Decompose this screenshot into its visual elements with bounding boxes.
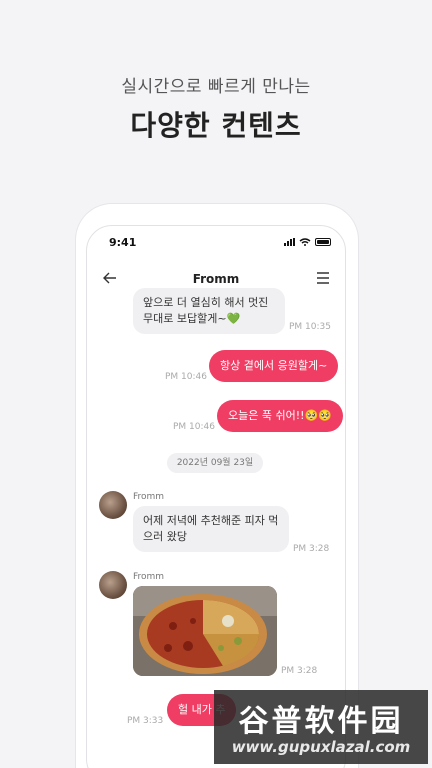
message-timestamp: PM 3:28 <box>293 544 330 554</box>
message-bubble-incoming[interactable]: 앞으로 더 열심히 해서 멋진 무대로 보답할게~💚 <box>133 288 285 334</box>
wifi-icon <box>299 238 311 246</box>
watermark-logo-text: 谷普软件园 <box>238 704 404 739</box>
message-text: 으러 왔당 <box>143 530 187 543</box>
date-separator: 2022년 09월 23일 <box>167 453 263 473</box>
signal-icon <box>284 238 295 246</box>
watermark-url: www.gupuxlazal.com <box>231 738 411 756</box>
hero-subtitle: 실시간으로 빠르게 만나는 <box>121 77 311 97</box>
message-bubble-outgoing[interactable]: 오늘은 푹 쉬어!!🥺🥺 <box>217 400 343 432</box>
status-icons <box>284 238 331 246</box>
sender-name: Fromm <box>133 492 165 502</box>
status-bar: 9:41 <box>87 226 345 256</box>
message-text: 무대로 보답할게~💚 <box>143 312 241 325</box>
pizza-photo[interactable] <box>133 586 277 676</box>
chat-title: Fromm <box>192 272 240 286</box>
message-bubble-incoming[interactable]: 어제 저녁에 추천해준 피자 먹 으러 왔당 <box>133 506 289 552</box>
message-timestamp: PM 10:35 <box>289 322 331 332</box>
menu-icon[interactable] <box>315 270 331 286</box>
message-text: 앞으로 더 열심히 해서 멋진 <box>143 296 269 309</box>
sender-name: Fromm <box>133 572 165 582</box>
battery-icon <box>315 238 331 246</box>
message-timestamp: PM 10:46 <box>165 372 207 382</box>
message-timestamp: PM 3:28 <box>281 666 318 676</box>
message-timestamp: PM 3:33 <box>127 716 164 726</box>
message-bubble-outgoing[interactable]: 항상 곁에서 응원할게~ <box>209 350 339 382</box>
watermark: 谷普软件园 www.gupuxlazal.com <box>214 690 428 764</box>
pizza-image <box>133 586 277 676</box>
message-timestamp: PM 10:46 <box>173 422 215 432</box>
message-text: 어제 저녁에 추천해준 피자 먹 <box>143 514 279 527</box>
avatar[interactable] <box>99 491 127 519</box>
status-time: 9:41 <box>109 236 137 249</box>
hero-title: 다양한 컨텐츠 <box>130 109 302 142</box>
phone-screen: 9:41 Fromm 앞으로 더 열심히 해서 멋진 무대로 보답할게~💚 PM… <box>86 225 346 768</box>
avatar[interactable] <box>99 571 127 599</box>
